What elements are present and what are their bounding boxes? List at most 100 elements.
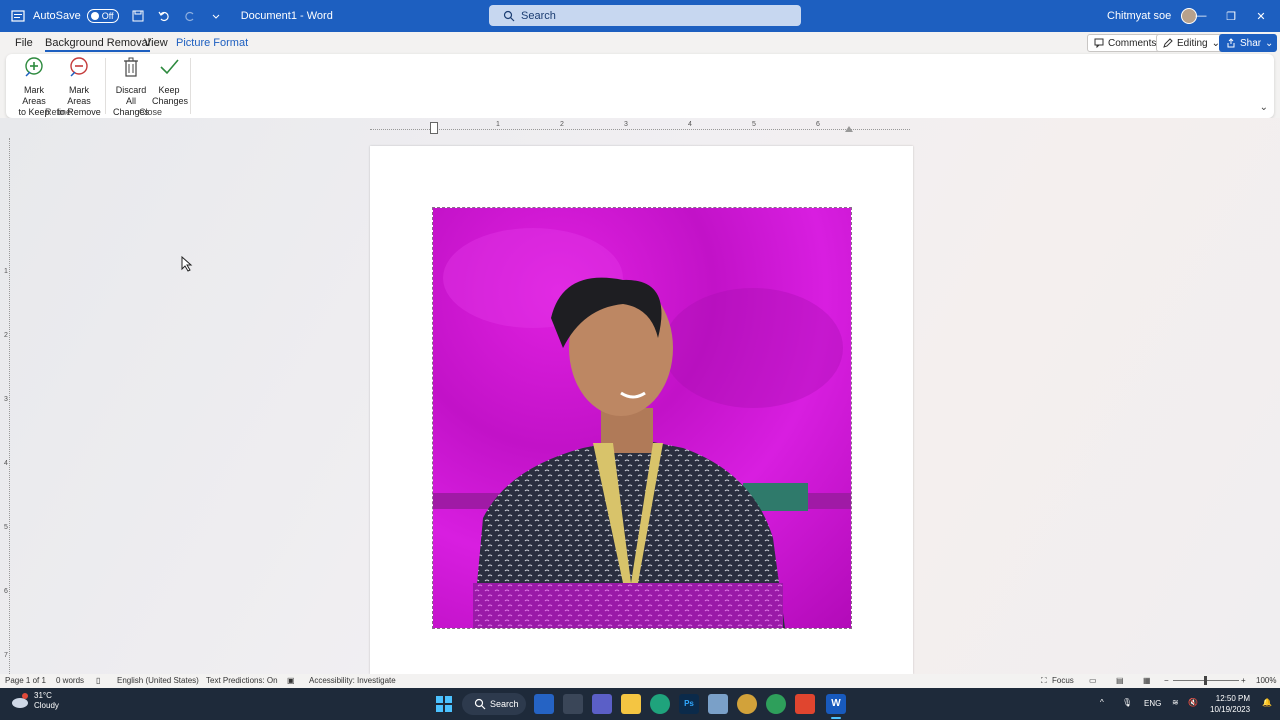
windows-taskbar: 31°C Cloudy Search Ps W ^ 🎙 ENG ≋ 🔇 12:5… [0,688,1280,720]
keep-changes-button[interactable]: Keep Changes [152,56,189,107]
edge-browser-icon[interactable] [650,694,670,714]
read-mode-icon[interactable]: ▭ [1089,676,1097,685]
cloudy-weather-icon [12,693,28,708]
text-predictions-status[interactable]: Text Predictions: On [206,676,278,685]
share-dropdown-button[interactable]: ⌄ [1261,34,1278,52]
accessibility-status[interactable]: Accessibility: Investigate [309,676,396,685]
ribbon-tabs: File Background Removal View Picture For… [0,32,1280,54]
left-indent-marker[interactable] [430,122,438,134]
horizontal-ruler[interactable]: 1 2 3 4 5 6 [370,121,910,134]
ruler-number: 7 [4,652,8,659]
collapse-ribbon-icon[interactable]: ⌄ [1260,102,1268,113]
person-photo-image [433,228,851,628]
weather-temperature: 31°C [34,691,52,700]
word-taskbar-icon[interactable]: W [826,694,846,714]
weather-description: Cloudy [34,701,59,710]
minimize-button[interactable]: — [1186,0,1216,32]
accessibility-check-icon[interactable]: ▣ [287,676,295,685]
photos-icon[interactable] [708,694,728,714]
close-button[interactable]: ✕ [1246,0,1276,32]
page-count[interactable]: Page 1 of 1 [5,676,46,685]
search-placeholder: Search [521,9,556,22]
group-divider [105,58,106,114]
editing-mode-button[interactable]: Editing ⌄ [1156,34,1227,52]
keep-label-2: Changes [152,96,189,106]
title-bar: AutoSave Off Document1 - Word Search Chi… [0,0,1280,32]
zoom-level[interactable]: 100% [1256,676,1276,685]
document-canvas[interactable]: 1 2 3 4 5 6 1 2 3 4 5 6 7 [0,118,1280,674]
clock-time: 12:50 PM [1215,694,1251,703]
mouse-pointer-icon [181,256,193,272]
customize-toolbar-icon[interactable] [209,9,223,23]
clock[interactable]: 12:50 PM 10/19/2023 [1210,693,1250,715]
save-icon[interactable] [131,9,145,23]
redo-icon[interactable] [183,9,197,23]
vertical-ruler[interactable]: 1 2 3 4 5 6 7 [4,138,10,674]
comments-button[interactable]: Comments [1087,34,1164,52]
tab-file[interactable]: File [15,37,33,49]
edge-dev-icon[interactable] [766,694,786,714]
ruler-number: 1 [496,121,500,128]
show-hidden-icons-icon[interactable]: ^ [1100,698,1104,707]
start-windows-icon[interactable] [434,694,454,714]
right-indent-marker[interactable] [845,126,853,132]
active-app-indicator [831,717,841,719]
mark-keep-icon [25,57,43,77]
ruler-number: 2 [4,332,8,339]
tab-background-removal[interactable]: Background Removal [45,37,151,52]
speaker-muted-icon[interactable]: 🔇 [1188,698,1198,707]
ruler-number: 3 [4,396,8,403]
notifications-icon[interactable]: 🔔 [1262,698,1272,707]
group-label-close: Close [139,107,163,117]
discard-label-1: Discard All [115,85,147,106]
web-layout-icon[interactable]: ▦ [1143,676,1151,685]
document-page[interactable] [370,146,913,674]
mark-remove-icon [70,57,88,77]
ruler-number: 2 [560,121,564,128]
ruler-number: 1 [4,268,8,275]
print-layout-icon[interactable]: ▤ [1116,676,1124,685]
chrome-canary-icon[interactable] [737,694,757,714]
restore-button[interactable]: ❐ [1216,0,1246,32]
teams-chat-icon[interactable] [592,694,612,714]
ribbon: Mark Areas to Keep Mark Areas to Remove … [6,54,1274,118]
autosave-state: Off [101,11,114,21]
mark-remove-label-1: Mark Areas [67,85,91,106]
proofing-icon[interactable]: ▯ [96,676,100,685]
zoom-in-icon[interactable]: + [1241,676,1246,685]
picture-background-removal[interactable] [432,207,852,629]
weather-widget[interactable]: 31°C Cloudy [10,691,59,711]
group-label-refine: Refine [45,107,72,117]
language-status[interactable]: English (United States) [117,676,199,685]
microphone-icon[interactable]: 🎙 [1122,698,1132,707]
task-view-icon[interactable] [563,694,583,714]
account-area[interactable]: Chitmyat soe [1107,0,1198,32]
tab-picture-format[interactable]: Picture Format [176,37,248,49]
copilot-icon[interactable] [534,694,554,714]
comment-icon [1094,38,1104,48]
input-language[interactable]: ENG [1144,699,1161,708]
comments-label: Comments [1108,37,1157,49]
zoom-slider-thumb[interactable] [1204,676,1207,685]
focus-icon: ⛶ [1041,676,1047,685]
autosave-label: AutoSave [33,10,81,22]
pencil-icon [1163,38,1173,48]
word-count[interactable]: 0 words [56,676,84,685]
wifi-icon[interactable]: ≋ [1172,698,1179,707]
search-box[interactable]: Search [489,5,801,26]
status-bar: Page 1 of 1 0 words ▯ English (United St… [0,674,1280,688]
zoom-slider[interactable] [1173,676,1239,685]
search-icon [474,698,486,710]
photoshop-icon[interactable]: Ps [679,694,699,714]
taskbar-search[interactable]: Search [462,693,526,715]
focus-mode-button[interactable]: Focus [1052,676,1074,685]
undo-icon[interactable] [157,9,171,23]
tab-view[interactable]: View [144,37,168,49]
file-explorer-icon[interactable] [621,694,641,714]
camtasia-icon[interactable] [795,694,815,714]
trash-icon [124,57,138,77]
autosave-toggle[interactable]: Off [86,9,119,23]
word-app-icon[interactable] [11,9,25,23]
taskbar-search-label: Search [490,699,519,709]
zoom-out-icon[interactable]: − [1164,676,1169,685]
